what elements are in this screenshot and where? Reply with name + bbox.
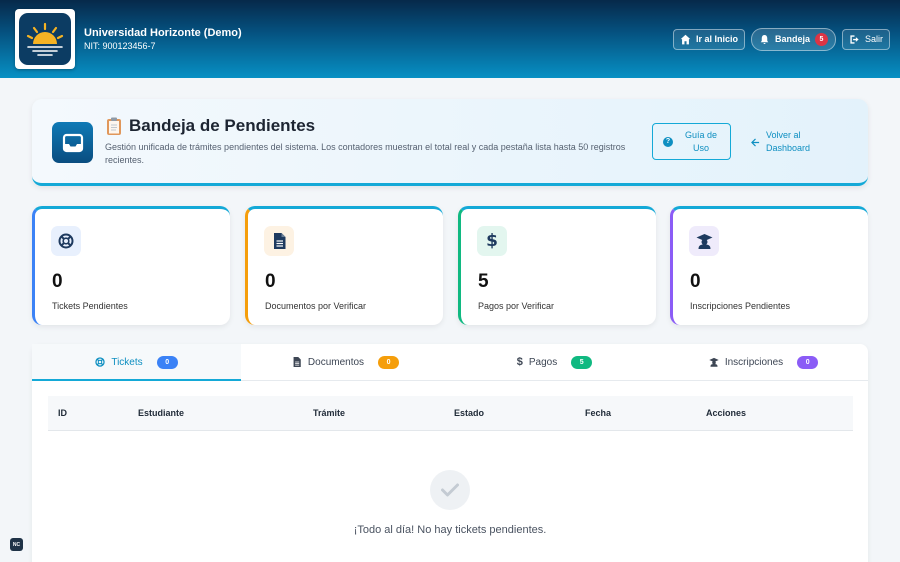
check-icon <box>430 470 470 510</box>
home-icon <box>680 34 691 44</box>
top-bar: Universidad Horizonte (Demo) NIT: 900123… <box>0 0 900 78</box>
stat-value: 0 <box>52 271 63 292</box>
tab-tickets[interactable]: Tickets 0 <box>32 344 241 381</box>
back-to-dashboard-link[interactable]: Volver al Dashboard <box>751 129 814 155</box>
logout-button[interactable]: Salir <box>841 28 890 50</box>
stat-card-tickets[interactable]: 0 Tickets Pendientes <box>32 206 230 325</box>
inbox-button-label: Bandeja <box>774 34 810 44</box>
file-icon <box>293 357 301 367</box>
institution-logo[interactable] <box>15 9 75 69</box>
page-title: Bandeja de Pendientes <box>106 116 315 136</box>
file-icon <box>264 226 294 256</box>
question-icon: ? <box>663 136 673 147</box>
column-header-date[interactable]: Fecha <box>585 408 611 418</box>
tab-payments[interactable]: $ Pagos 5 <box>450 344 659 380</box>
stat-value: 0 <box>265 271 276 292</box>
lifebuoy-icon <box>51 226 81 256</box>
inbox-count-badge: 5 <box>814 32 828 46</box>
stat-card-enrollments[interactable]: 0 Inscripciones Pendientes <box>670 206 868 325</box>
column-header-procedure[interactable]: Trámite <box>313 408 345 418</box>
dollar-icon: $ <box>516 356 523 368</box>
tab-documents[interactable]: Documentos 0 <box>241 344 450 380</box>
page-title-text: Bandeja de Pendientes <box>129 116 316 135</box>
clipboard-icon <box>107 117 121 135</box>
column-header-id[interactable]: ID <box>58 408 67 418</box>
empty-state-message: ¡Todo al día! No hay tickets pendientes. <box>353 524 547 536</box>
back-to-dashboard-label: Volver al Dashboard <box>766 130 811 153</box>
inbox-tray-icon <box>52 122 93 163</box>
institution-info: Universidad Horizonte (Demo) NIT: 900123… <box>84 26 242 52</box>
inbox-button[interactable]: Bandeja 5 <box>750 27 836 51</box>
tab-enrollments[interactable]: Inscripciones 0 <box>659 344 868 380</box>
user-guide-button[interactable]: ? Guía de Uso <box>652 123 731 160</box>
tab-bar: Tickets 0 Documentos 0 $ Pagos 5 Inscrip… <box>32 344 868 381</box>
tab-count-badge: 0 <box>156 355 178 369</box>
sunrise-logo-icon <box>26 22 64 56</box>
tab-label: Tickets <box>111 356 143 368</box>
tab-count-badge: 0 <box>797 355 819 369</box>
stat-card-payments[interactable]: $ 5 Pagos por Verificar <box>458 206 656 325</box>
tab-count-badge: 0 <box>378 355 400 369</box>
tab-label: Documentos <box>307 356 365 368</box>
stat-value: 0 <box>690 271 701 292</box>
stat-label: Inscripciones Pendientes <box>690 301 791 311</box>
stat-label: Tickets Pendientes <box>52 301 128 311</box>
tabs-panel: Tickets 0 Documentos 0 $ Pagos 5 Inscrip… <box>32 344 868 562</box>
home-button-label: Ir al Inicio <box>695 34 738 44</box>
page-header-card: Bandeja de Pendientes Gestión unificada … <box>32 99 868 186</box>
tab-label: Inscripciones <box>724 356 784 368</box>
home-button[interactable]: Ir al Inicio <box>672 28 745 50</box>
dollar-icon: $ <box>477 226 507 256</box>
top-actions: Ir al Inicio Bandeja 5 Salir <box>672 27 890 51</box>
tab-label: Pagos <box>528 356 558 368</box>
bell-icon <box>760 34 769 44</box>
column-header-status[interactable]: Estado <box>454 408 484 418</box>
graduate-icon <box>709 357 719 367</box>
institution-name: Universidad Horizonte (Demo) <box>84 27 242 39</box>
logout-icon <box>850 34 859 44</box>
tab-count-badge: 5 <box>571 355 593 369</box>
graduate-icon <box>689 226 719 256</box>
table-header: ID Estudiante Trámite Estado Fecha Accio… <box>48 396 853 431</box>
institution-nit: NIT: 900123456-7 <box>84 41 156 51</box>
logout-button-label: Salir <box>864 34 883 44</box>
column-header-actions: Acciones <box>706 408 747 418</box>
stat-card-documents[interactable]: 0 Documentos por Verificar <box>245 206 443 325</box>
column-header-student[interactable]: Estudiante <box>138 408 184 418</box>
nc-badge[interactable]: NC <box>10 538 23 551</box>
page-subtitle: Gestión unificada de trámites pendientes… <box>105 142 626 165</box>
user-guide-label: Guía de Uso <box>684 129 718 153</box>
arrow-left-icon <box>751 137 760 147</box>
stat-label: Pagos por Verificar <box>478 301 555 311</box>
lifebuoy-icon <box>95 357 106 367</box>
stat-value: 5 <box>478 271 489 292</box>
stat-label: Documentos por Verificar <box>265 301 367 311</box>
